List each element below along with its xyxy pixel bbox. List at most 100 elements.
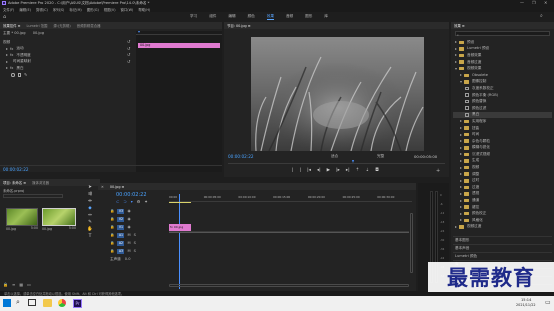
effects-folder[interactable]: 视频过渡: [453, 224, 552, 231]
effect-item[interactable]: 颜色替换: [453, 98, 552, 105]
effects-folder[interactable]: 杂色与颗粒: [453, 138, 552, 145]
expand-icon[interactable]: [460, 74, 462, 77]
search-taskbar-icon[interactable]: ⌕: [16, 298, 20, 307]
effects-folder[interactable]: 图像控制: [453, 79, 552, 86]
effects-folder[interactable]: 视频效果: [453, 65, 552, 72]
project-item[interactable]: 00.jpg 5:00: [42, 208, 76, 234]
expand-icon[interactable]: [460, 140, 462, 143]
tab-effects[interactable]: 效果 ≡: [454, 23, 465, 28]
mark-out-icon[interactable]: |: [300, 168, 302, 173]
expand-icon[interactable]: [460, 206, 462, 209]
mini-clip[interactable]: 00.jpg: [138, 43, 220, 48]
menu-help[interactable]: 帮助(H): [138, 7, 150, 12]
settings-icon[interactable]: ⚙: [137, 199, 141, 204]
go-to-in-icon[interactable]: |◂: [307, 168, 311, 173]
fit-dropdown[interactable]: 适合: [331, 154, 338, 159]
menu-clip[interactable]: 剪辑(C): [36, 7, 48, 12]
workspace-audio[interactable]: 音频: [286, 14, 293, 20]
clip-label[interactable]: 主要 * 00.jpg: [3, 31, 26, 35]
expand-icon[interactable]: [460, 127, 462, 130]
project-item[interactable]: 00.jpg 5:00: [6, 208, 38, 234]
expand-icon[interactable]: [460, 80, 462, 83]
step-forward-icon[interactable]: |▸: [336, 168, 340, 173]
effects-folder[interactable]: 视频: [453, 164, 552, 171]
windows-start-icon[interactable]: [3, 299, 11, 307]
effects-folder[interactable]: 音频效果: [453, 52, 552, 59]
rect-mask-icon[interactable]: [17, 73, 21, 77]
ellipse-mask-icon[interactable]: [11, 73, 15, 77]
home-icon[interactable]: ⌂: [3, 14, 6, 20]
hand-tool-icon[interactable]: ✋: [87, 227, 93, 232]
add-marker-icon[interactable]: ▾: [131, 199, 133, 204]
lock-icon[interactable]: 🔒: [110, 225, 114, 229]
expand-icon[interactable]: [460, 159, 462, 162]
browser-icon[interactable]: [58, 299, 66, 307]
menu-view[interactable]: 视图(V): [104, 7, 116, 12]
expand-icon[interactable]: [460, 146, 462, 149]
quality-dropdown[interactable]: 完整: [377, 154, 384, 159]
extract-icon[interactable]: ⇣: [365, 168, 369, 173]
tab-program[interactable]: 节目: 00.jpg ≡: [227, 23, 251, 28]
mini-playhead-icon[interactable]: [138, 31, 140, 33]
effects-folder[interactable]: 模糊与锐化: [453, 145, 552, 152]
program-scrub-bar[interactable]: [228, 160, 445, 164]
effects-folder[interactable]: 预设: [453, 39, 552, 46]
lock-icon[interactable]: 🔒: [3, 282, 8, 287]
icon-view-icon[interactable]: ▦: [19, 282, 23, 287]
task-view-icon[interactable]: [28, 299, 36, 306]
tab-media-browser[interactable]: 媒体浏览器: [32, 180, 49, 185]
export-frame-icon[interactable]: ◘: [375, 168, 379, 173]
premiere-taskbar-icon[interactable]: Pr: [73, 299, 82, 308]
menu-file[interactable]: 文件(F): [3, 7, 14, 12]
tab-effect-controls[interactable]: 效果控件 ≡: [3, 23, 20, 28]
timeline-clip[interactable]: fx 00.jpg: [169, 223, 191, 231]
effects-folder[interactable]: 生成: [453, 158, 552, 165]
mark-in-icon[interactable]: |: [292, 168, 294, 173]
track-select-icon[interactable]: ⇶: [88, 192, 92, 197]
add-button[interactable]: +: [436, 168, 440, 174]
workspace-assembly[interactable]: 组件: [209, 14, 216, 20]
panel-section-header[interactable]: Lumetri 颜色: [453, 252, 552, 260]
expand-icon[interactable]: [460, 212, 462, 215]
expand-icon[interactable]: [460, 120, 462, 123]
expand-icon[interactable]: [460, 219, 462, 222]
expand-icon[interactable]: [455, 61, 457, 64]
effects-folder[interactable]: 过时: [453, 177, 552, 184]
tab-timeline-sequence[interactable]: 00.jpg ≡: [110, 185, 125, 189]
effect-item[interactable]: 黑白: [453, 111, 552, 119]
razor-tool-icon[interactable]: ◆: [88, 206, 91, 211]
program-video-frame[interactable]: [251, 37, 424, 151]
menu-window[interactable]: 窗口(W): [121, 7, 134, 12]
expand-icon[interactable]: [460, 173, 462, 176]
effects-folder[interactable]: Lumetri 预设: [453, 46, 552, 53]
sequence-label[interactable]: 00.jpg: [33, 31, 44, 35]
workspace-color[interactable]: 颜色: [248, 14, 255, 20]
expand-icon[interactable]: [460, 179, 462, 182]
wrench-icon[interactable]: ✦: [144, 199, 147, 204]
expand-icon[interactable]: [6, 54, 8, 57]
expand-icon[interactable]: [460, 153, 462, 156]
expand-icon[interactable]: [460, 133, 462, 136]
explorer-icon[interactable]: [43, 299, 52, 307]
selection-tool-icon[interactable]: ➤: [88, 185, 92, 190]
eye-icon[interactable]: ◉: [127, 209, 130, 213]
workspace-graphics[interactable]: 图形: [305, 14, 312, 20]
timeline-zoom[interactable]: [410, 213, 413, 273]
linked-selection-icon[interactable]: ⊃: [123, 199, 126, 204]
close-icon[interactable]: ✕: [101, 185, 104, 189]
ripple-edit-icon[interactable]: ⇹: [88, 199, 92, 204]
effects-folder[interactable]: 时间: [453, 131, 552, 138]
step-back-icon[interactable]: ◂|: [317, 168, 321, 173]
notification-icon[interactable]: ▭: [545, 299, 551, 306]
effects-folder[interactable]: Obsolete: [453, 72, 552, 79]
effects-folder[interactable]: 风格化: [453, 217, 552, 224]
expand-icon[interactable]: [455, 225, 457, 228]
effects-folder[interactable]: 透视: [453, 191, 552, 198]
program-playhead-icon[interactable]: [352, 160, 354, 163]
lock-icon[interactable]: 🔒: [110, 241, 114, 245]
workspace-editing[interactable]: 编辑: [228, 14, 235, 20]
panel-section-header[interactable]: 基本图形: [453, 236, 552, 244]
timeline-timecode[interactable]: 00:00:02:22: [116, 192, 147, 198]
lock-icon[interactable]: 🔒: [110, 233, 114, 237]
go-to-out-icon[interactable]: ▸|: [346, 168, 350, 173]
